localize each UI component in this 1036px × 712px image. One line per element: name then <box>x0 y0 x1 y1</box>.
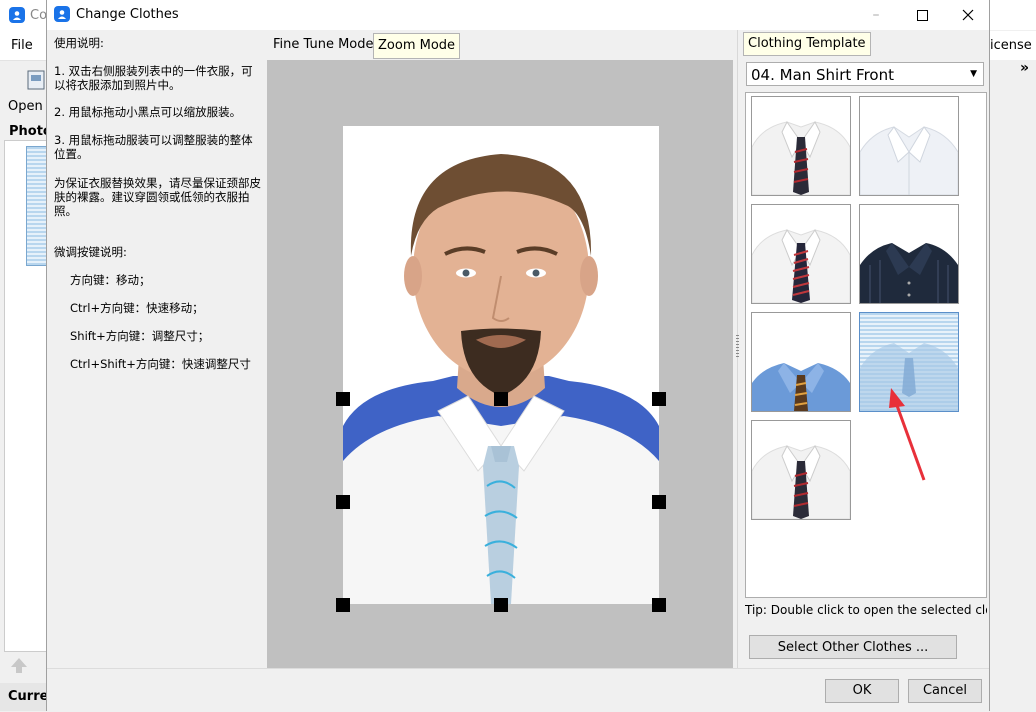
resize-handle-left[interactable] <box>336 495 350 509</box>
resize-handle-bottom-left[interactable] <box>336 598 350 612</box>
resize-handle-right[interactable] <box>652 495 666 509</box>
cloth-white-shirt-dark-tie-2[interactable] <box>751 420 851 520</box>
striped-tie-thumbnail-icon <box>752 229 850 303</box>
key-hint-1: 方向键：移动； <box>70 273 151 287</box>
annotation-arrow-icon <box>889 388 926 481</box>
close-button[interactable] <box>945 0 991 30</box>
background-status-bar: Curren <box>0 683 58 711</box>
fine-tune-mode-tab[interactable]: Fine Tune Mode <box>269 33 378 57</box>
portrait-illustration <box>343 154 659 604</box>
open-collar-thumbnail-icon <box>860 126 958 195</box>
open-toolbar-icon[interactable] <box>26 68 48 92</box>
clothing-template-tab[interactable]: Clothing Template <box>743 32 871 56</box>
dialog-logo-icon <box>54 6 70 22</box>
key-hint-3: Shift+方向键：调整尺寸； <box>70 329 210 343</box>
instruction-note: 为保证衣服替换效果，请尽量保证颈部皮肤的裸露。建议穿圆领或低领的衣服拍照。 <box>54 176 261 218</box>
photo-thumbnail[interactable] <box>26 146 47 266</box>
portrait-photo[interactable] <box>343 126 659 604</box>
maximize-icon <box>916 9 928 21</box>
instruction-step-2: 2. 用鼠标拖动小黑点可以缩放服装。 <box>54 105 242 119</box>
background-menubar-right: icense <box>990 31 1036 60</box>
cloth-white-shirt-red-striped-tie[interactable] <box>751 204 851 304</box>
clothes-grid[interactable] <box>745 92 987 598</box>
template-dropdown[interactable]: 04. Man Shirt Front ▼ <box>746 62 984 86</box>
instructions-panel: 使用说明: 1. 双击右侧服装列表中的一件衣服，可以将衣服添加到照片中。 2. … <box>47 30 267 668</box>
overflow-chevron-icon[interactable]: » <box>1020 60 1029 76</box>
shirt-tie-2-thumbnail-icon <box>752 445 850 519</box>
menu-license[interactable]: icense <box>990 38 1032 53</box>
dialog-button-bar: OK Cancel <box>47 668 989 712</box>
select-other-clothes-button[interactable]: Select Other Clothes ... <box>749 635 957 659</box>
cloth-white-shirt-dark-tie[interactable] <box>751 96 851 196</box>
fine-keys-heading: 微调按键说明: <box>54 245 127 259</box>
cancel-button[interactable]: Cancel <box>908 679 982 703</box>
resize-handle-top-right[interactable] <box>652 392 666 406</box>
resize-handle-bottom-right[interactable] <box>652 598 666 612</box>
ok-button[interactable]: OK <box>825 679 899 703</box>
key-hint-2: Ctrl+方向键：快速移动； <box>70 301 204 315</box>
instruction-step-1: 1. 双击右侧服装列表中的一件衣服，可以将衣服添加到照片中。 <box>54 64 253 92</box>
instruction-step-3: 3. 用鼠标拖动服装可以调整服装的整体位置。 <box>54 133 253 161</box>
dropdown-arrow-icon: ▼ <box>970 69 977 79</box>
maximize-button[interactable] <box>899 0 945 30</box>
app-logo-icon <box>9 7 25 23</box>
cloth-dark-striped-shirt[interactable] <box>859 204 959 304</box>
toolbar-open-label[interactable]: Open <box>8 99 43 114</box>
menu-file[interactable]: File <box>11 38 33 53</box>
blue-shirt-thumbnail-icon <box>752 363 850 411</box>
zoom-mode-tab[interactable]: Zoom Mode <box>373 33 461 59</box>
cloth-blue-shirt-patterned-tie[interactable] <box>751 312 851 412</box>
dialog-titlebar: Change Clothes – <box>47 0 989 30</box>
background-right-edge <box>990 30 1036 711</box>
shirt-tie-thumbnail-icon <box>752 121 850 195</box>
instructions-heading: 使用说明: <box>54 36 104 50</box>
minimize-button[interactable]: – <box>853 0 899 30</box>
background-title: Co <box>30 8 48 23</box>
dark-shirt-thumbnail-icon <box>860 243 958 303</box>
key-hint-4: Ctrl+Shift+方向键：快速调整尺寸 <box>70 357 251 371</box>
mode-bar: Fine Tune Mode Zoom Mode <box>267 30 733 60</box>
resize-handle-top[interactable] <box>494 392 508 406</box>
close-icon <box>962 9 974 21</box>
up-arrow-icon[interactable] <box>8 655 30 675</box>
resize-handle-bottom[interactable] <box>494 598 508 612</box>
dialog-title: Change Clothes <box>76 7 179 22</box>
change-clothes-dialog: Change Clothes – 使用说明: 1. 双击右侧服装列表中的一件衣服… <box>46 0 990 712</box>
resize-handle-top-left[interactable] <box>336 392 350 406</box>
tip-text: Tip: Double click to open the selected c… <box>745 603 987 617</box>
splitter-grip[interactable] <box>736 333 739 357</box>
cloth-white-shirt-open-collar[interactable] <box>859 96 959 196</box>
template-dropdown-value: 04. Man Shirt Front <box>751 66 894 84</box>
